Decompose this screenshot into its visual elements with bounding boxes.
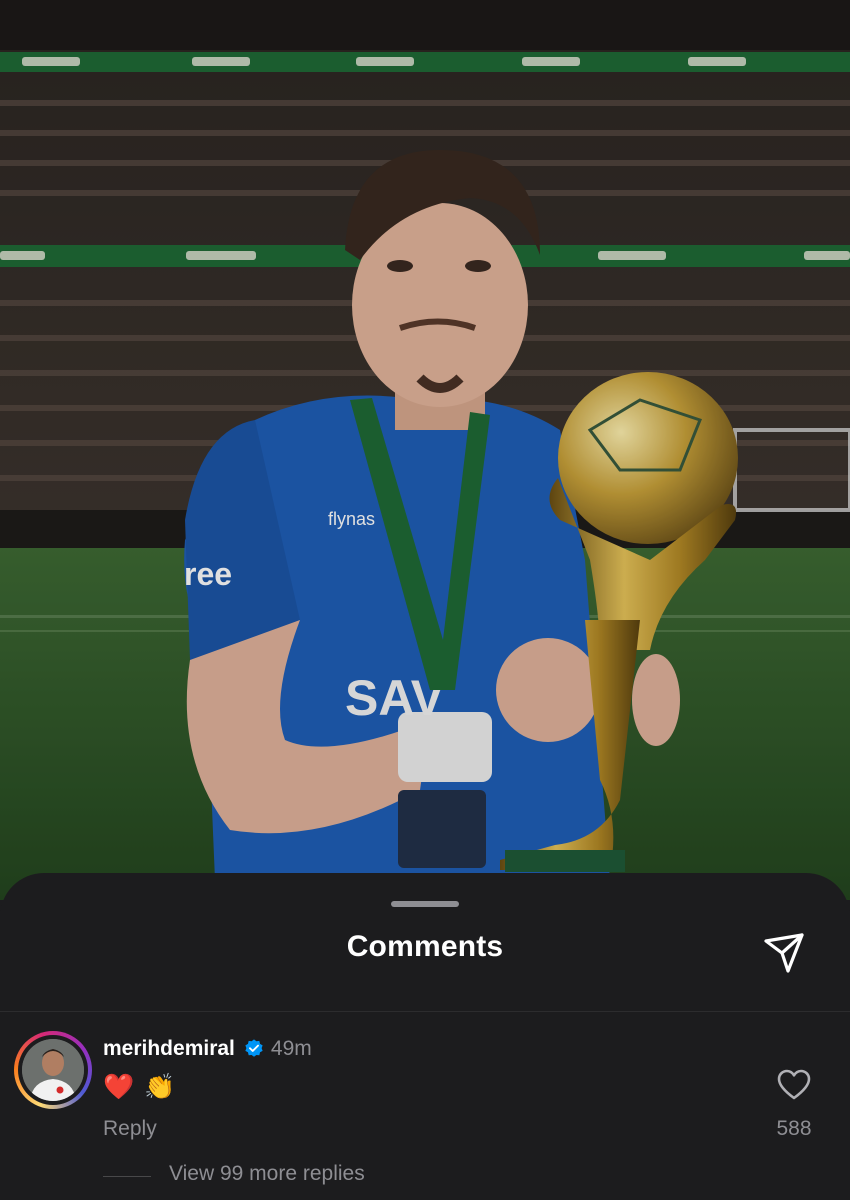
sheet-title: Comments xyxy=(346,930,504,963)
reply-button[interactable]: Reply xyxy=(103,1117,157,1141)
comments-sheet: Comments merihdemiral 49m ❤️ 👏 Reply 588… xyxy=(0,873,850,1200)
send-icon[interactable] xyxy=(758,927,810,979)
comment-text: ❤️ 👏 xyxy=(103,1071,185,1103)
comment-header: merihdemiral 49m xyxy=(103,1035,312,1063)
heart-icon[interactable] xyxy=(777,1069,811,1101)
replies-divider-line xyxy=(103,1176,151,1177)
red-heart-emoji: ❤️ xyxy=(103,1072,135,1101)
story-ring[interactable] xyxy=(14,1031,92,1109)
sheet-grabber[interactable] xyxy=(391,901,459,907)
avatar[interactable] xyxy=(22,1039,84,1101)
post-photo: ree flynas SAV xyxy=(0,0,850,900)
comment-time: 49m xyxy=(270,1037,312,1060)
comment-username[interactable]: merihdemiral xyxy=(103,1037,235,1061)
sheet-divider xyxy=(0,1011,850,1012)
clapping-hands-emoji: 👏 xyxy=(144,1072,176,1101)
view-more-replies-button[interactable]: View 99 more replies xyxy=(169,1162,365,1186)
verified-badge-icon xyxy=(245,1039,263,1057)
like-count: 588 xyxy=(776,1117,812,1140)
